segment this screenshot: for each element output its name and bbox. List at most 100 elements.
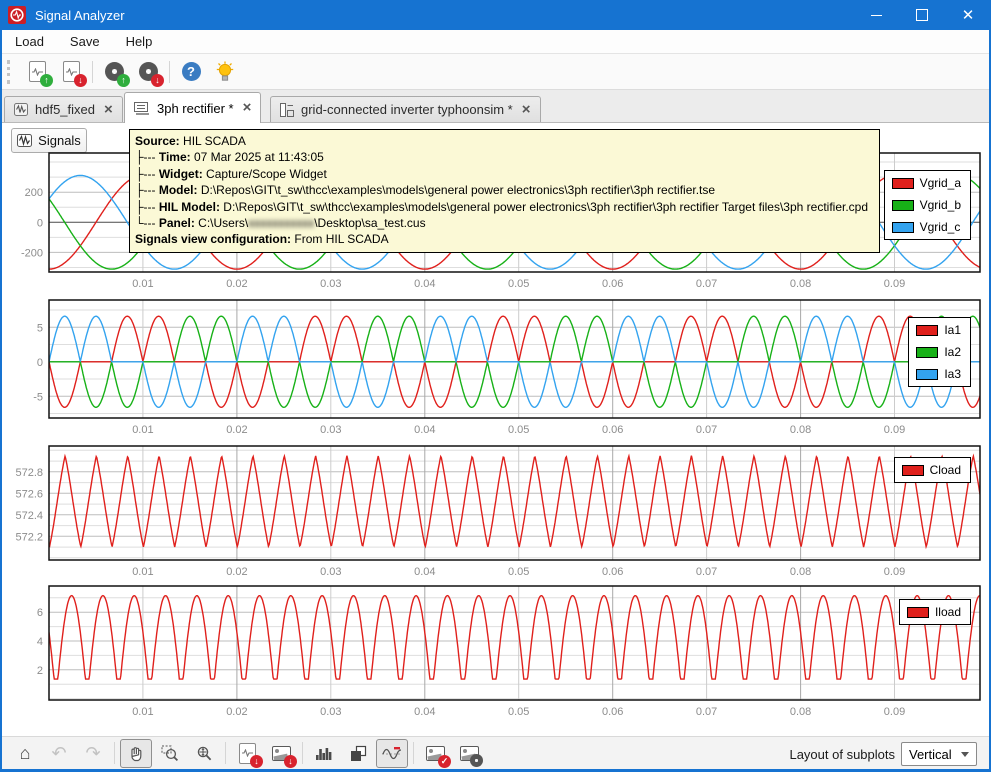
- tab-label: 3ph rectifier *: [157, 101, 234, 116]
- y-tick-label: 572.2: [15, 531, 43, 543]
- x-tick-label: 0.03: [320, 278, 341, 290]
- x-tick-label: 0.09: [884, 706, 905, 718]
- x-tick-label: 0.05: [508, 424, 529, 436]
- tab-close-icon[interactable]: ×: [243, 102, 252, 114]
- x-tick-label: 0.06: [602, 706, 623, 718]
- legend-phase-currents: Ia1 Ia2 Ia3: [908, 317, 971, 387]
- legend-item: Cload: [902, 463, 961, 477]
- chart-dc-capacitor-voltage[interactable]: 572.8 572.6 572.4 572.2 0.01 0.02 0.03 0.04 0.05…: [15, 446, 980, 578]
- y-tick-label: 6: [37, 607, 43, 619]
- x-tick-label: 0.03: [320, 424, 341, 436]
- legend-swatch: [892, 200, 914, 211]
- legend-swatch: [916, 325, 938, 336]
- x-tick-label: 0.07: [696, 424, 717, 436]
- series-Iload: [49, 596, 980, 680]
- y-tick-label: 572.8: [15, 467, 43, 479]
- series-Cload: [49, 456, 980, 547]
- scope-widget-icon: [134, 102, 150, 115]
- x-tick-label: 0.01: [132, 566, 153, 578]
- legend-label: Ia3: [944, 367, 961, 381]
- x-tick-label: 0.01: [132, 706, 153, 718]
- chevron-down-icon: [961, 752, 969, 757]
- y-tick-label: 5: [37, 322, 43, 334]
- legend-item: Vgrid_b: [892, 198, 961, 212]
- y-tick-label: -5: [33, 391, 43, 403]
- x-tick-label: 0.03: [320, 706, 341, 718]
- y-tick-label: 200: [25, 187, 43, 199]
- legend-item: Ia1: [916, 323, 961, 337]
- legend-item: Vgrid_a: [892, 176, 961, 190]
- legend-swatch: [916, 369, 938, 380]
- x-tick-label: 0.09: [884, 424, 905, 436]
- legend-swatch: [916, 347, 938, 358]
- x-tick-label: 0.09: [884, 566, 905, 578]
- legend-swatch: [892, 222, 914, 233]
- x-tick-label: 0.04: [414, 424, 435, 436]
- legend-label: Vgrid_c: [920, 220, 961, 234]
- legend-grid-voltages: Vgrid_a Vgrid_b Vgrid_c: [884, 170, 971, 240]
- layout-of-subplots: Layout of subplots Vertical: [789, 742, 977, 766]
- tooltip-line: ├--- HIL Model: D:\Repos\GIT\t_sw\thcc\e…: [135, 199, 873, 215]
- layout-label: Layout of subplots: [789, 747, 895, 762]
- x-tick-label: 0.01: [132, 278, 153, 290]
- legend-swatch: [902, 465, 924, 476]
- y-tick-label: 572.6: [15, 488, 43, 500]
- source-info-tooltip: Source: HIL SCADA ├--- Time: 07 Mar 2025…: [129, 129, 880, 253]
- layout-dropdown-value: Vertical: [909, 747, 952, 762]
- tooltip-line: Signals view configuration: From HIL SCA…: [135, 231, 873, 247]
- legend-item: Ia2: [916, 345, 961, 359]
- tooltip-line: └--- Panel: C:\Users\xxxxxxxxxxx\Desktop…: [135, 215, 873, 231]
- x-tick-label: 0.02: [226, 424, 247, 436]
- tab-3ph-rectifier[interactable]: 3ph rectifier * ×: [124, 92, 261, 123]
- masked-username: xxxxxxxxxxx: [248, 216, 314, 230]
- x-tick-label: 0.04: [414, 566, 435, 578]
- legend-label: Ia2: [944, 345, 961, 359]
- legend-label: Cload: [930, 463, 961, 477]
- tooltip-line: ├--- Time: 07 Mar 2025 at 11:43:05: [135, 149, 873, 165]
- legend-dc-load-current: Iload: [899, 599, 971, 625]
- y-tick-label: 0: [37, 357, 43, 369]
- y-tick-label: 0: [37, 217, 43, 229]
- x-tick-label: 0.05: [508, 566, 529, 578]
- x-tick-label: 0.03: [320, 566, 341, 578]
- legend-swatch: [907, 607, 929, 618]
- x-tick-label: 0.07: [696, 566, 717, 578]
- legend-item: Vgrid_c: [892, 220, 961, 234]
- chart-dc-load-current[interactable]: 6 4 2 0.01 0.02 0.03 0.04 0.05 0.06 0.07 0.08 0.09: [37, 586, 980, 718]
- app-window: Signal Analyzer ✕ Load Save Help ↑ ↓: [0, 0, 991, 772]
- chart-phase-currents[interactable]: 5 0 -5 0.01 0.02 0.03 0.04 0.05 0.06 0.07 0.08 0.09: [33, 300, 980, 436]
- x-tick-label: 0.04: [414, 706, 435, 718]
- x-tick-label: 0.02: [226, 706, 247, 718]
- layout-dropdown[interactable]: Vertical: [901, 742, 977, 766]
- legend-label: Ia1: [944, 323, 961, 337]
- x-tick-label: 0.07: [696, 278, 717, 290]
- legend-label: Vgrid_b: [920, 198, 961, 212]
- x-tick-label: 0.08: [790, 278, 811, 290]
- plot-border: [49, 300, 980, 418]
- legend-dc-capacitor-voltage: Cload: [894, 457, 971, 483]
- legend-label: Iload: [935, 605, 961, 619]
- x-tick-label: 0.08: [790, 566, 811, 578]
- y-tick-label: 572.4: [15, 510, 43, 522]
- x-tick-label: 0.08: [790, 424, 811, 436]
- legend-item: Ia3: [916, 367, 961, 381]
- y-tick-label: 4: [37, 636, 43, 648]
- x-tick-label: 0.02: [226, 566, 247, 578]
- tooltip-line: ├--- Widget: Capture/Scope Widget: [135, 166, 873, 182]
- y-tick-label: 2: [37, 665, 43, 677]
- legend-item: Iload: [907, 605, 961, 619]
- x-tick-label: 0.09: [884, 278, 905, 290]
- x-tick-label: 0.08: [790, 706, 811, 718]
- x-tick-label: 0.07: [696, 706, 717, 718]
- x-tick-label: 0.06: [602, 566, 623, 578]
- x-tick-label: 0.06: [602, 278, 623, 290]
- tooltip-line: ├--- Model: D:\Repos\GIT\t_sw\thcc\examp…: [135, 182, 873, 198]
- tooltip-line: Source: HIL SCADA: [135, 133, 873, 149]
- x-tick-label: 0.01: [132, 424, 153, 436]
- legend-swatch: [892, 178, 914, 189]
- x-tick-label: 0.06: [602, 424, 623, 436]
- legend-label: Vgrid_a: [920, 176, 961, 190]
- x-tick-label: 0.02: [226, 278, 247, 290]
- x-tick-label: 0.05: [508, 706, 529, 718]
- x-tick-label: 0.05: [508, 278, 529, 290]
